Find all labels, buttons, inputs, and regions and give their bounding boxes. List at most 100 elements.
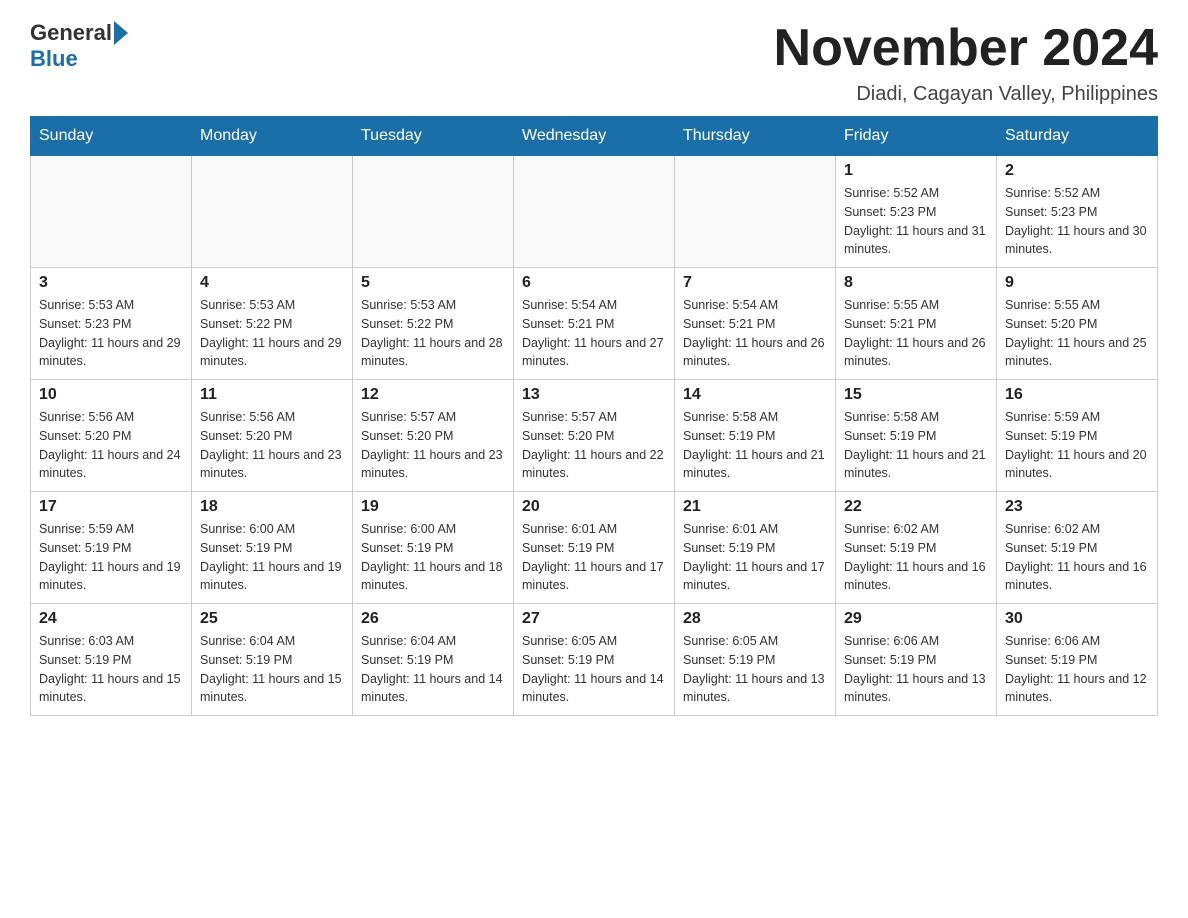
weekday-header-row: SundayMondayTuesdayWednesdayThursdayFrid… <box>31 117 1158 156</box>
day-info: Sunrise: 6:05 AMSunset: 5:19 PMDaylight:… <box>683 632 827 707</box>
day-info: Sunrise: 5:59 AMSunset: 5:19 PMDaylight:… <box>1005 408 1149 483</box>
day-info: Sunrise: 5:54 AMSunset: 5:21 PMDaylight:… <box>683 296 827 371</box>
calendar-cell: 27 Sunrise: 6:05 AMSunset: 5:19 PMDayligh… <box>514 604 675 716</box>
calendar-week-row: 3 Sunrise: 5:53 AMSunset: 5:23 PMDaylight… <box>31 268 1158 380</box>
day-number: 21 <box>683 498 827 516</box>
day-info: Sunrise: 5:52 AMSunset: 5:23 PMDaylight:… <box>1005 184 1149 259</box>
calendar-week-row: 17Sunrise: 5:59 AMSunset: 5:19 PMDayligh… <box>31 492 1158 604</box>
weekday-header-thursday: Thursday <box>675 117 836 156</box>
day-info: Sunrise: 6:04 AMSunset: 5:19 PMDaylight:… <box>361 632 505 707</box>
calendar-cell: 21 Sunrise: 6:01 AMSunset: 5:19 PMDayligh… <box>675 492 836 604</box>
main-title: November 2024 <box>774 20 1158 77</box>
day-info: Sunrise: 5:59 AMSunset: 5:19 PMDaylight:… <box>39 520 183 595</box>
calendar-week-row: 24 Sunrise: 6:03 AMSunset: 5:19 PMDayligh… <box>31 604 1158 716</box>
day-number: 13 <box>522 386 666 404</box>
day-info: Sunrise: 5:57 AMSunset: 5:20 PMDaylight:… <box>361 408 505 483</box>
calendar-cell: 4Sunrise: 5:53 AMSunset: 5:22 PMDaylight… <box>192 268 353 380</box>
calendar-cell: 20 Sunrise: 6:01 AMSunset: 5:19 PMDayligh… <box>514 492 675 604</box>
day-info: Sunrise: 6:03 AMSunset: 5:19 PMDaylight:… <box>39 632 183 707</box>
day-number: 6 <box>522 274 666 292</box>
calendar-cell: 26 Sunrise: 6:04 AMSunset: 5:19 PMDayligh… <box>353 604 514 716</box>
day-info: Sunrise: 6:05 AMSunset: 5:19 PMDaylight:… <box>522 632 666 707</box>
day-number: 8 <box>844 274 988 292</box>
weekday-header-friday: Friday <box>836 117 997 156</box>
day-number: 9 <box>1005 274 1149 292</box>
calendar-cell: 12 Sunrise: 5:57 AMSunset: 5:20 PMDayligh… <box>353 380 514 492</box>
weekday-header-tuesday: Tuesday <box>353 117 514 156</box>
day-number: 5 <box>361 274 505 292</box>
day-info: Sunrise: 6:01 AMSunset: 5:19 PMDaylight:… <box>522 520 666 595</box>
weekday-header-wednesday: Wednesday <box>514 117 675 156</box>
day-number: 15 <box>844 386 988 404</box>
day-info: Sunrise: 5:52 AMSunset: 5:23 PMDaylight:… <box>844 184 988 259</box>
calendar-cell: 11 Sunrise: 5:56 AMSunset: 5:20 PMDayligh… <box>192 380 353 492</box>
weekday-header-monday: Monday <box>192 117 353 156</box>
calendar-cell: 30 Sunrise: 6:06 AMSunset: 5:19 PMDayligh… <box>997 604 1158 716</box>
day-number: 28 <box>683 610 827 628</box>
day-number: 26 <box>361 610 505 628</box>
day-info: Sunrise: 6:02 AMSunset: 5:19 PMDaylight:… <box>1005 520 1149 595</box>
calendar-cell: 23 Sunrise: 6:02 AMSunset: 5:19 PMDayligh… <box>997 492 1158 604</box>
calendar-table: SundayMondayTuesdayWednesdayThursdayFrid… <box>30 116 1158 716</box>
calendar-cell: 29Sunrise: 6:06 AMSunset: 5:19 PMDayligh… <box>836 604 997 716</box>
day-number: 23 <box>1005 498 1149 516</box>
day-number: 25 <box>200 610 344 628</box>
day-number: 20 <box>522 498 666 516</box>
day-number: 24 <box>39 610 183 628</box>
day-info: Sunrise: 5:53 AMSunset: 5:23 PMDaylight:… <box>39 296 183 371</box>
day-number: 29 <box>844 610 988 628</box>
page-header: General Blue November 2024 Diadi, Cagaya… <box>30 20 1158 106</box>
weekday-header-sunday: Sunday <box>31 117 192 156</box>
day-number: 30 <box>1005 610 1149 628</box>
day-info: Sunrise: 6:00 AMSunset: 5:19 PMDaylight:… <box>200 520 344 595</box>
day-number: 27 <box>522 610 666 628</box>
calendar-cell: 18 Sunrise: 6:00 AMSunset: 5:19 PMDayligh… <box>192 492 353 604</box>
day-info: Sunrise: 6:06 AMSunset: 5:19 PMDaylight:… <box>1005 632 1149 707</box>
day-info: Sunrise: 5:58 AMSunset: 5:19 PMDaylight:… <box>683 408 827 483</box>
logo-blue: Blue <box>30 46 78 71</box>
calendar-cell <box>353 156 514 268</box>
day-info: Sunrise: 5:56 AMSunset: 5:20 PMDaylight:… <box>200 408 344 483</box>
day-number: 2 <box>1005 162 1149 180</box>
day-number: 1 <box>844 162 988 180</box>
day-number: 22 <box>844 498 988 516</box>
day-info: Sunrise: 5:53 AMSunset: 5:22 PMDaylight:… <box>200 296 344 371</box>
day-number: 19 <box>361 498 505 516</box>
logo-arrow-icon <box>114 21 128 45</box>
calendar-cell: 3 Sunrise: 5:53 AMSunset: 5:23 PMDaylight… <box>31 268 192 380</box>
calendar-cell: 17Sunrise: 5:59 AMSunset: 5:19 PMDayligh… <box>31 492 192 604</box>
logo-general: General <box>30 20 112 46</box>
calendar-cell <box>514 156 675 268</box>
calendar-cell: 22 Sunrise: 6:02 AMSunset: 5:19 PMDayligh… <box>836 492 997 604</box>
day-number: 11 <box>200 386 344 404</box>
calendar-week-row: 10 Sunrise: 5:56 AMSunset: 5:20 PMDayligh… <box>31 380 1158 492</box>
calendar-cell: 8Sunrise: 5:55 AMSunset: 5:21 PMDaylight… <box>836 268 997 380</box>
calendar-cell: 14 Sunrise: 5:58 AMSunset: 5:19 PMDayligh… <box>675 380 836 492</box>
calendar-cell: 19 Sunrise: 6:00 AMSunset: 5:19 PMDayligh… <box>353 492 514 604</box>
calendar-cell <box>675 156 836 268</box>
day-number: 16 <box>1005 386 1149 404</box>
calendar-cell: 1 Sunrise: 5:52 AMSunset: 5:23 PMDaylight… <box>836 156 997 268</box>
calendar-cell: 9 Sunrise: 5:55 AMSunset: 5:20 PMDaylight… <box>997 268 1158 380</box>
day-info: Sunrise: 6:00 AMSunset: 5:19 PMDaylight:… <box>361 520 505 595</box>
calendar-header: SundayMondayTuesdayWednesdayThursdayFrid… <box>31 117 1158 156</box>
calendar-cell: 24 Sunrise: 6:03 AMSunset: 5:19 PMDayligh… <box>31 604 192 716</box>
day-number: 18 <box>200 498 344 516</box>
calendar-cell: 15 Sunrise: 5:58 AMSunset: 5:19 PMDayligh… <box>836 380 997 492</box>
day-info: Sunrise: 6:01 AMSunset: 5:19 PMDaylight:… <box>683 520 827 595</box>
day-info: Sunrise: 5:56 AMSunset: 5:20 PMDaylight:… <box>39 408 183 483</box>
day-info: Sunrise: 5:58 AMSunset: 5:19 PMDaylight:… <box>844 408 988 483</box>
day-info: Sunrise: 5:55 AMSunset: 5:20 PMDaylight:… <box>1005 296 1149 371</box>
day-info: Sunrise: 6:04 AMSunset: 5:19 PMDaylight:… <box>200 632 344 707</box>
calendar-cell: 10 Sunrise: 5:56 AMSunset: 5:20 PMDayligh… <box>31 380 192 492</box>
day-number: 3 <box>39 274 183 292</box>
weekday-header-saturday: Saturday <box>997 117 1158 156</box>
calendar-cell: 7Sunrise: 5:54 AMSunset: 5:21 PMDaylight… <box>675 268 836 380</box>
calendar-cell: 6Sunrise: 5:54 AMSunset: 5:21 PMDaylight… <box>514 268 675 380</box>
day-info: Sunrise: 5:53 AMSunset: 5:22 PMDaylight:… <box>361 296 505 371</box>
day-number: 14 <box>683 386 827 404</box>
day-number: 10 <box>39 386 183 404</box>
day-number: 12 <box>361 386 505 404</box>
calendar-cell: 5 Sunrise: 5:53 AMSunset: 5:22 PMDaylight… <box>353 268 514 380</box>
day-info: Sunrise: 6:02 AMSunset: 5:19 PMDaylight:… <box>844 520 988 595</box>
